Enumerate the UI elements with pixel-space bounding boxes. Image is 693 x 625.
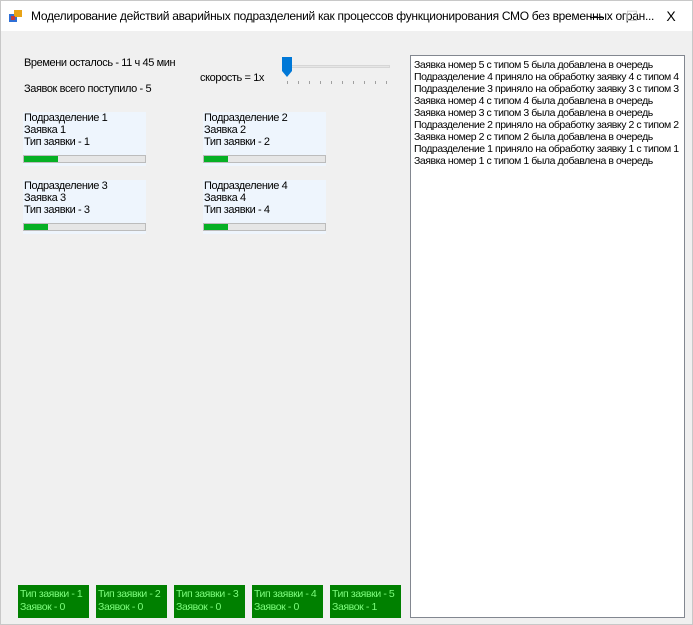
close-button[interactable]: X	[651, 1, 691, 31]
unit-request: Заявка 2	[204, 124, 246, 136]
app-icon	[9, 10, 22, 22]
queue-stat-count: Заявок - 1	[332, 601, 377, 613]
window-title: Моделирование действий аварийных подразд…	[31, 9, 655, 23]
unit-progress-bar	[203, 223, 326, 231]
log-entry[interactable]: Заявка номер 2 с типом 2 была добавлена …	[414, 131, 684, 143]
unit-request: Заявка 3	[24, 192, 66, 204]
unit-name: Подразделение 2	[204, 112, 288, 124]
log-entry[interactable]: Подразделение 1 приняло на обработку зая…	[414, 143, 684, 155]
unit-progress-bar	[203, 155, 326, 163]
unit-request-type: Тип заявки - 1	[24, 136, 90, 148]
queue-stat-count: Заявок - 0	[254, 601, 299, 613]
unit-progress-fill	[204, 224, 229, 230]
maximize-button[interactable]: ☐	[612, 1, 652, 31]
unit-request: Заявка 4	[204, 192, 246, 204]
queue-stat-type-4: Тип заявки - 4 Заявок - 0	[252, 585, 323, 618]
queue-stat-type: Тип заявки - 2	[98, 588, 161, 600]
log-entry[interactable]: Подразделение 4 приняло на обработку зая…	[414, 71, 684, 83]
speed-slider-ticks	[287, 81, 387, 84]
unit-progress-fill	[24, 224, 49, 230]
unit-request: Заявка 1	[24, 124, 66, 136]
queue-stat-type: Тип заявки - 1	[20, 588, 83, 600]
queue-stat-type-5: Тип заявки - 5 Заявок - 1	[330, 585, 401, 618]
queue-stat-type-2: Тип заявки - 2 Заявок - 0	[96, 585, 167, 618]
queue-stat-count: Заявок - 0	[20, 601, 65, 613]
queue-stat-count: Заявок - 0	[98, 601, 143, 613]
log-entry[interactable]: Подразделение 3 приняло на обработку зая…	[414, 83, 684, 95]
total-requests-label: Заявок всего поступило - 5	[24, 83, 152, 95]
queue-stat-type-3: Тип заявки - 3 Заявок - 0	[174, 585, 245, 618]
speed-slider-track[interactable]	[284, 65, 390, 68]
unit-progress-bar	[23, 223, 146, 231]
unit-request-type: Тип заявки - 4	[204, 204, 270, 216]
unit-progress-bar	[23, 155, 146, 163]
unit-progress-fill	[204, 156, 229, 162]
queue-stat-type: Тип заявки - 4	[254, 588, 317, 600]
speed-slider-thumb[interactable]	[282, 57, 292, 77]
unit-panel-3: Подразделение 3 Заявка 3 Тип заявки - 3	[23, 180, 146, 234]
log-entry[interactable]: Заявка номер 4 с типом 4 была добавлена …	[414, 95, 684, 107]
queue-stat-type: Тип заявки - 3	[176, 588, 239, 600]
speed-label: скорость = 1x	[200, 72, 265, 84]
unit-name: Подразделение 3	[24, 180, 108, 192]
unit-panel-2: Подразделение 2 Заявка 2 Тип заявки - 2	[203, 112, 326, 166]
queue-stat-type: Тип заявки - 5	[332, 588, 395, 600]
unit-name: Подразделение 1	[24, 112, 108, 124]
log-entry[interactable]: Заявка номер 1 с типом 1 была добавлена …	[414, 155, 684, 167]
unit-panel-1: Подразделение 1 Заявка 1 Тип заявки - 1	[23, 112, 146, 166]
event-log-listbox[interactable]: Заявка номер 5 с типом 5 была добавлена …	[410, 55, 685, 618]
unit-request-type: Тип заявки - 2	[204, 136, 270, 148]
unit-request-type: Тип заявки - 3	[24, 204, 90, 216]
time-left-label: Времени осталось - 11 ч 45 мин	[24, 57, 176, 69]
minimize-button[interactable]: —	[577, 1, 617, 31]
unit-progress-fill	[24, 156, 58, 162]
unit-name: Подразделение 4	[204, 180, 288, 192]
title-bar[interactable]: Моделирование действий аварийных подразд…	[1, 1, 692, 31]
main-window: Моделирование действий аварийных подразд…	[0, 0, 693, 625]
unit-panel-4: Подразделение 4 Заявка 4 Тип заявки - 4	[203, 180, 326, 234]
log-entry[interactable]: Заявка номер 5 с типом 5 была добавлена …	[414, 59, 684, 71]
queue-stat-type-1: Тип заявки - 1 Заявок - 0	[18, 585, 89, 618]
queue-stat-count: Заявок - 0	[176, 601, 221, 613]
log-entry[interactable]: Подразделение 2 приняло на обработку зая…	[414, 119, 684, 131]
log-entry[interactable]: Заявка номер 3 с типом 3 была добавлена …	[414, 107, 684, 119]
